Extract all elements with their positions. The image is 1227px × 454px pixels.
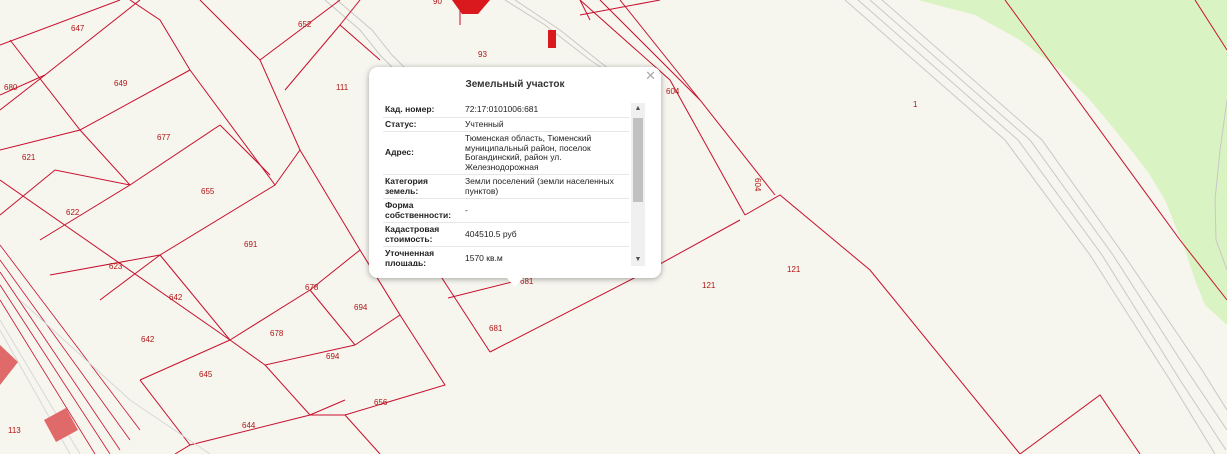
attribute-table: Кад. номер: 72:17:0101006:681 Статус: Уч… bbox=[383, 103, 629, 266]
attribute-key: Кад. номер: bbox=[385, 104, 435, 114]
plot-number: 623 bbox=[109, 262, 123, 271]
plot-number: 113 bbox=[8, 426, 21, 435]
plot-number: 647 bbox=[71, 24, 85, 33]
plot-number: 642 bbox=[169, 293, 183, 302]
green-area bbox=[918, 0, 1227, 325]
attribute-row: Кад. номер: 72:17:0101006:681 bbox=[383, 103, 629, 118]
vertical-scrollbar[interactable]: ▲ ▼ bbox=[631, 103, 645, 266]
building bbox=[0, 345, 18, 385]
plot-number: 621 bbox=[22, 153, 36, 162]
plot-number: 1 bbox=[913, 100, 918, 109]
attribute-row: Уточненная площадь: 1570 кв.м bbox=[383, 247, 629, 266]
attribute-key: Кадастровая стоимость: bbox=[385, 224, 440, 244]
plot-number: 694 bbox=[326, 352, 340, 361]
plot-number: 121 bbox=[702, 281, 716, 290]
plot-number: 121 bbox=[787, 265, 801, 274]
plot-number: 604 bbox=[753, 178, 762, 192]
plot-number: 691 bbox=[244, 240, 258, 249]
attribute-key: Форма собственности: bbox=[385, 200, 452, 220]
triangle-up-icon[interactable]: ▲ bbox=[631, 103, 645, 115]
plot-number: 678 bbox=[305, 283, 319, 292]
attribute-value: Земли поселений (земли населенных пункто… bbox=[465, 176, 614, 196]
plot-number: 645 bbox=[199, 370, 213, 379]
plot-number: 90 bbox=[433, 0, 442, 6]
plot-number: 678 bbox=[270, 329, 284, 338]
plot-number: 656 bbox=[374, 398, 388, 407]
attribute-key: Категория земель: bbox=[385, 176, 428, 196]
popup-title: Земельный участок bbox=[465, 79, 565, 90]
plot-number: 680 bbox=[4, 83, 18, 92]
popup-content[interactable]: Кад. номер: 72:17:0101006:681 Статус: Уч… bbox=[383, 103, 645, 266]
attribute-key: Уточненная площадь: bbox=[385, 248, 435, 266]
plot-number: 642 bbox=[141, 335, 155, 344]
plot-number: 604 bbox=[666, 87, 680, 96]
plot-number: 652 bbox=[298, 20, 312, 29]
building bbox=[452, 0, 490, 14]
plot-number: 677 bbox=[157, 133, 171, 142]
plot-number: 644 bbox=[242, 421, 256, 430]
attribute-row: Категория земель: Земли поселений (земли… bbox=[383, 175, 629, 199]
popup-pointer bbox=[506, 277, 524, 287]
plot-number: 649 bbox=[114, 79, 128, 88]
triangle-down-icon[interactable]: ▼ bbox=[631, 254, 645, 266]
parcel-info-popup: ✕ Земельный участок Кад. номер: 72:17:01… bbox=[369, 67, 661, 287]
attribute-row: Статус: Учтенный bbox=[383, 118, 629, 132]
plot-number: 694 bbox=[354, 303, 368, 312]
plot-number: 622 bbox=[66, 208, 80, 217]
attribute-row: Форма собственности: - bbox=[383, 199, 629, 223]
attribute-row: Адрес: Тюменская область, Тюменский муни… bbox=[383, 132, 629, 175]
attribute-value: 1570 кв.м bbox=[465, 252, 503, 263]
attribute-value: - bbox=[465, 204, 468, 215]
attribute-key: Статус: bbox=[385, 118, 417, 129]
attribute-key: Адрес: bbox=[385, 147, 414, 158]
building bbox=[548, 30, 556, 48]
scrollbar-thumb[interactable] bbox=[633, 118, 643, 202]
attribute-row: Кадастровая стоимость: 404510.5 руб bbox=[383, 223, 629, 247]
attribute-value: Учтенный bbox=[465, 118, 504, 129]
plot-number: 93 bbox=[478, 50, 487, 59]
road-band-grey bbox=[0, 299, 211, 454]
attribute-value: Тюменская область, Тюменский муниципальн… bbox=[465, 133, 592, 172]
plot-number: 655 bbox=[201, 187, 215, 196]
plot-number: 681 bbox=[489, 324, 503, 333]
building bbox=[44, 408, 78, 442]
plot-number: 111 bbox=[336, 83, 349, 92]
attribute-value: 72:17:0101006:681 bbox=[465, 104, 539, 114]
attribute-value: 404510.5 руб bbox=[465, 228, 517, 239]
